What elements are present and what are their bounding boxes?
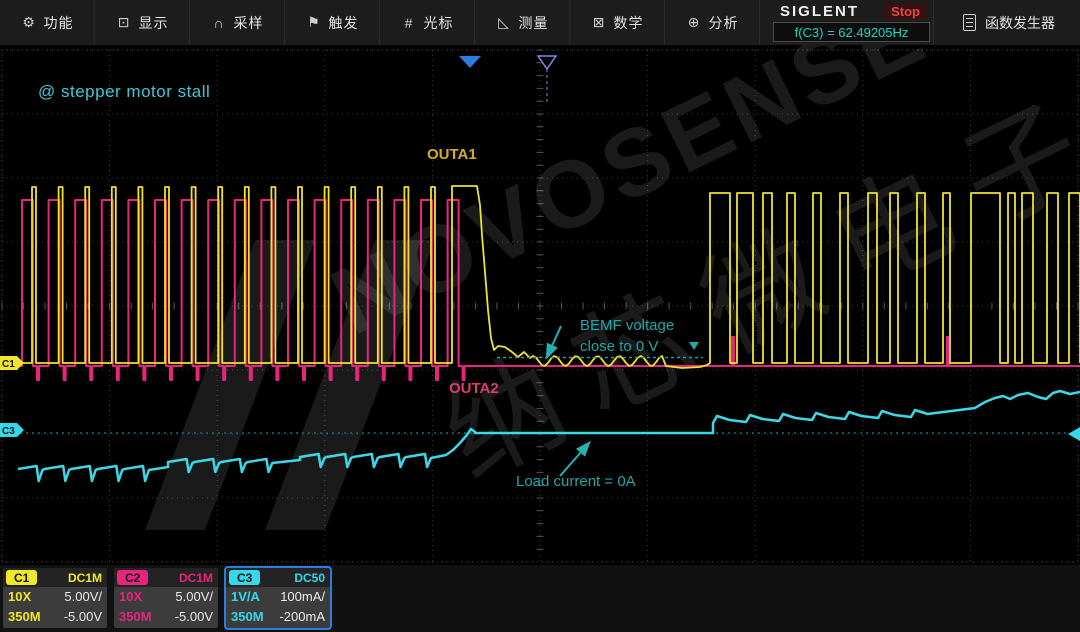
vertical-offset: -200mA [279, 607, 325, 627]
bandwidth-limit: 350M [231, 607, 264, 627]
menu-item-function-generator[interactable]: 函数发生器 [938, 0, 1080, 45]
siglent-logo: SIGLENT [780, 3, 859, 20]
menu-item-label: 采样 [234, 13, 264, 33]
vertical-scale: 5.00V/ [64, 587, 102, 607]
probe-ratio: 10X [119, 587, 142, 607]
trigger-position-marker[interactable] [459, 56, 481, 68]
measure-icon: ◺ [496, 14, 512, 31]
annotation-bemf-line2: close to 0 V [580, 338, 658, 355]
menu-item-display[interactable]: ⊡ 显示 [95, 0, 190, 45]
function-generator-label: 函数发生器 [985, 13, 1055, 33]
channel-box-c3[interactable]: C3 DC50 1V/A 100mA/350M -200mA [226, 568, 330, 628]
menu-item-analysis[interactable]: ⊕ 分析 [665, 0, 760, 45]
menu-item-label: 光标 [424, 13, 454, 33]
annotation-outa2-label: OUTA2 [449, 380, 499, 397]
annotation-bemf-line1: BEMF voltage [580, 317, 674, 334]
vertical-scale: 100mA/ [280, 587, 325, 607]
c1-channel-marker[interactable]: C1 [0, 356, 24, 370]
menu-item-label: 分析 [709, 13, 739, 33]
novosense-watermark: NOVOSENSE 纳芯微电子 [145, 0, 1080, 530]
menu-bar: ⚙ 功能 ⊡ 显示 ∩ 采样 ⚑ 触发 # 光标 ◺ 测量 ⊠ 数学 ⊕ 分析 [0, 0, 760, 45]
vertical-offset: -5.00V [64, 607, 102, 627]
c1-marker-label: C1 [2, 359, 15, 370]
run-state-badge[interactable]: Stop [884, 3, 927, 20]
channel-box-c1[interactable]: C1 DC1M 10X 5.00V/350M -5.00V [3, 568, 107, 628]
annotation-load-current: Load current = 0A [516, 473, 636, 490]
annotation-outa1-label: OUTA1 [427, 146, 477, 163]
menu-item-label: 测量 [519, 13, 549, 33]
probe-ratio: 10X [8, 587, 31, 607]
menu-item-trigger[interactable]: ⚑ 触发 [285, 0, 380, 45]
oscilloscope-screen: NOVOSENSE 纳芯微电子 C1 C3 @ stepper motor st… [0, 0, 1080, 632]
function-generator-icon [963, 14, 976, 31]
cursor-icon: # [401, 15, 417, 31]
vertical-offset: -5.00V [175, 607, 213, 627]
c3-marker-label: C3 [2, 426, 15, 437]
menu-item-label: 数学 [614, 13, 644, 33]
bandwidth-limit: 350M [8, 607, 41, 627]
analysis-icon: ⊕ [686, 14, 702, 31]
channel-chip: C3 [229, 570, 260, 585]
channel-coupling: DC1M [179, 571, 213, 585]
channel-coupling: DC50 [294, 571, 325, 585]
frequency-counter: f(C3) = 62.49205Hz [773, 22, 930, 42]
channel-chip: C2 [117, 570, 148, 585]
display-icon: ⊡ [116, 14, 132, 31]
bottom-status-bar: C1 DC1M 10X 5.00V/350M -5.00V C2 DC1M 10X 5.00V/… [0, 565, 1080, 632]
channel-coupling: DC1M [68, 571, 102, 585]
acquire-icon: ∩ [211, 15, 227, 31]
vertical-scale: 5.00V/ [175, 587, 213, 607]
menu-item-measure[interactable]: ◺ 测量 [475, 0, 570, 45]
probe-ratio: 1V/A [231, 587, 260, 607]
brand-status-block: SIGLENT Stop f(C3) = 62.49205Hz [770, 0, 934, 45]
trigger-level-marker[interactable] [1068, 427, 1080, 441]
waveform-display[interactable]: NOVOSENSE 纳芯微电子 C1 C3 @ stepper motor st… [0, 0, 1080, 632]
c3-channel-marker[interactable]: C3 [0, 423, 24, 437]
channel-chip: C1 [6, 570, 37, 585]
math-icon: ⊠ [591, 14, 607, 31]
menu-item-math[interactable]: ⊠ 数学 [570, 0, 665, 45]
menu-item-acquire[interactable]: ∩ 采样 [190, 0, 285, 45]
menu-item-function[interactable]: ⚙ 功能 [0, 0, 95, 45]
menu-item-label: 功能 [44, 13, 74, 33]
bandwidth-limit: 350M [119, 607, 152, 627]
gear-icon: ⚙ [21, 14, 37, 31]
menu-item-label: 显示 [139, 13, 169, 33]
menu-item-label: 触发 [329, 13, 359, 33]
trigger-flag-icon: ⚑ [306, 14, 322, 31]
top-menu-bar: ⚙ 功能 ⊡ 显示 ∩ 采样 ⚑ 触发 # 光标 ◺ 测量 ⊠ 数学 ⊕ 分析 SIGLENT Stop f(… [0, 0, 1080, 45]
channel-box-c2[interactable]: C2 DC1M 10X 5.00V/350M -5.00V [114, 568, 218, 628]
menu-item-cursor[interactable]: # 光标 [380, 0, 475, 45]
annotation-stall-note: @ stepper motor stall [38, 82, 210, 101]
